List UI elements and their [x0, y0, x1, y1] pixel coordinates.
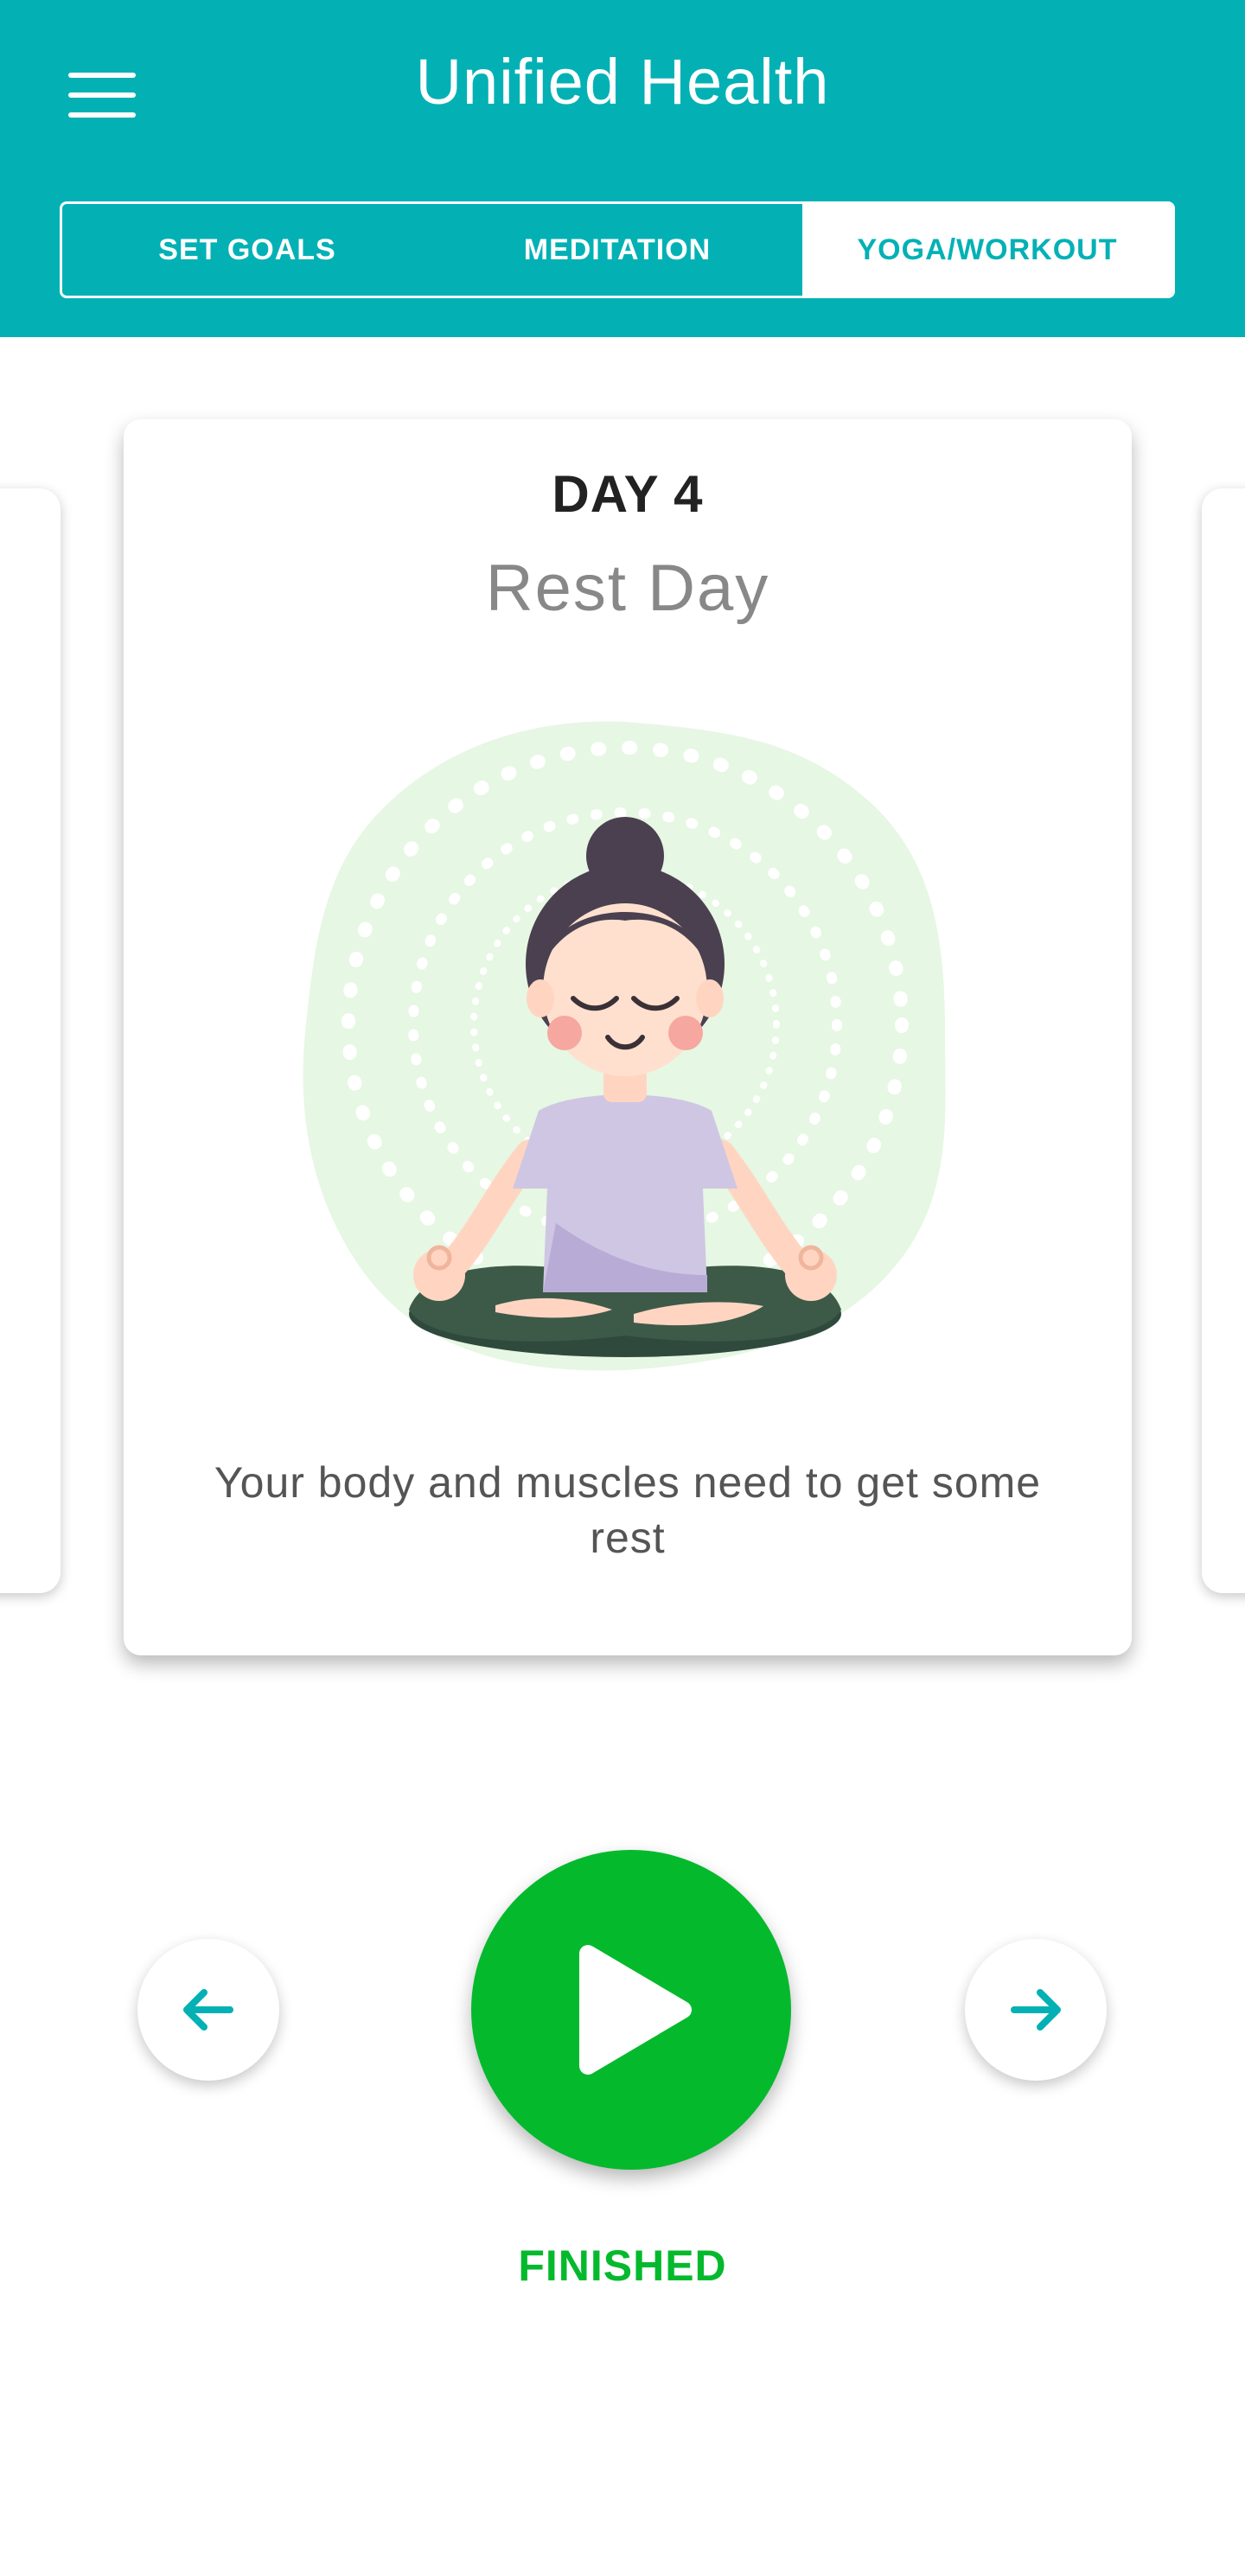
day-card: DAY 4 Rest Day Your body and muscles nee…	[124, 419, 1132, 1655]
tab-yoga-workout[interactable]: YOGA/WORKOUT	[802, 204, 1172, 296]
play-button[interactable]	[471, 1850, 791, 2170]
tab-bar: SET GOALS MEDITATION YOGA/WORKOUT	[60, 201, 1175, 298]
next-day-card[interactable]	[1202, 488, 1245, 1593]
day-label: DAY 4	[552, 465, 704, 523]
yoga-workout-screen: Unified Health SET GOALS MEDITATION YOGA…	[0, 0, 1245, 2576]
tab-meditation[interactable]: MEDITATION	[432, 204, 802, 296]
tab-set-goals[interactable]: SET GOALS	[62, 204, 432, 296]
status-label: FINISHED	[518, 2241, 727, 2290]
arrow-right-icon	[1011, 1989, 1061, 2031]
app-header: Unified Health SET GOALS MEDITATION YOGA…	[0, 0, 1245, 337]
previous-day-card[interactable]	[0, 488, 61, 1593]
previous-day-button[interactable]	[137, 1939, 279, 2081]
next-day-button[interactable]	[965, 1939, 1107, 2081]
meditating-woman-illustration	[303, 721, 946, 1371]
arrow-left-icon	[183, 1989, 233, 2031]
play-icon	[579, 1945, 692, 2075]
app-title: Unified Health	[415, 46, 830, 118]
card-description: Your body and muscles need to get some r…	[214, 1458, 1042, 1562]
card-title: Rest Day	[485, 552, 770, 625]
